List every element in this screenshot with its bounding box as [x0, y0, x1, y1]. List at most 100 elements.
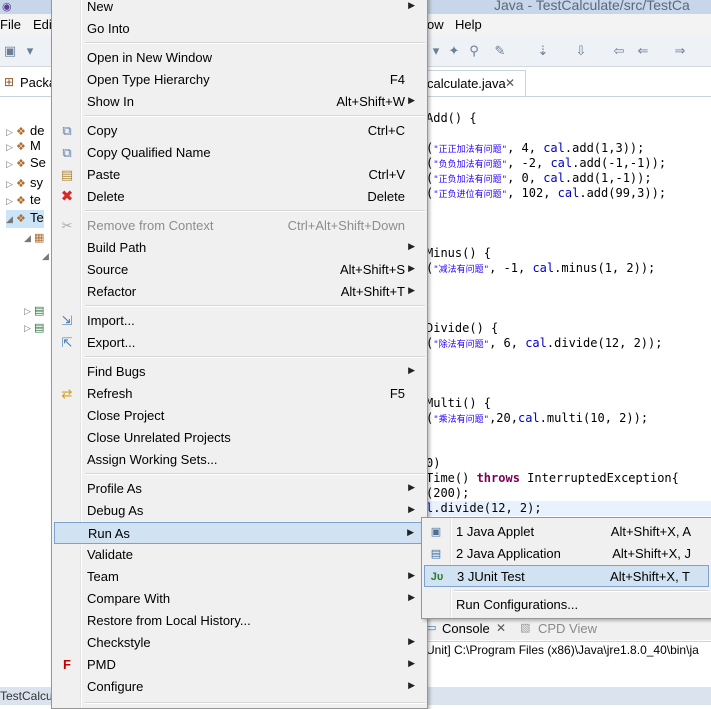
- cpd-view-tab[interactable]: CPD View: [538, 621, 597, 636]
- menu-item-open-type-hierarchy[interactable]: Open Type Hierarchy F4: [54, 69, 425, 91]
- close-icon[interactable]: ✕: [496, 621, 506, 635]
- tree-item[interactable]: ▷ ❖ M: [6, 138, 41, 156]
- java-applet-icon: ▣: [430, 526, 442, 538]
- expand-arrow-icon[interactable]: ▷: [24, 323, 34, 334]
- menu-item-run-as[interactable]: Run As ▶: [54, 522, 425, 544]
- tree-item[interactable]: ▷ ❖ sy: [6, 175, 43, 193]
- menu-separator: [85, 702, 425, 704]
- save-icon[interactable]: ▾: [22, 43, 38, 59]
- tree-child-item[interactable]: ◢ ▦: [24, 229, 48, 247]
- menu-edit[interactable]: Edi: [33, 17, 52, 32]
- menu-item-close-unrelated-projects[interactable]: Close Unrelated Projects: [54, 427, 425, 449]
- console-tab[interactable]: Console: [442, 621, 490, 636]
- submenu-item-junit-test[interactable]: Jᴜ 3 JUnit Test Alt+Shift+X, T: [424, 565, 709, 587]
- copy-icon: ⧉: [62, 123, 72, 138]
- code-line: ("减法有问题", -1, cal.minus(1, 2));: [426, 261, 656, 275]
- tree-item-selected[interactable]: ◢ ❖ Te: [6, 210, 44, 228]
- submenu-arrow-icon: ▶: [407, 527, 414, 537]
- menu-item-copy-qualified-name[interactable]: ⧉ Copy Qualified Name: [54, 142, 425, 164]
- expand-arrow-icon[interactable]: ▷: [6, 179, 16, 190]
- code-line: ("乘法有问题",20,cal.multi(10, 2));: [426, 411, 649, 425]
- submenu-arrow-icon: ▶: [408, 482, 415, 492]
- forward-icon[interactable]: ⇒: [672, 43, 688, 59]
- dropdown-icon[interactable]: ▾: [428, 43, 444, 59]
- menu-item-checkstyle[interactable]: Checkstyle ▶: [54, 632, 425, 654]
- menu-item-assign-working-sets[interactable]: Assign Working Sets...: [54, 449, 425, 471]
- code-line: Time() throws InterruptedException{: [426, 471, 679, 485]
- menu-item-delete[interactable]: ✖ Delete Delete: [54, 186, 425, 208]
- submenu-item-java-applet[interactable]: ▣ 1 Java Applet Alt+Shift+X, A: [424, 521, 709, 543]
- menu-item-paste[interactable]: ▤ Paste Ctrl+V: [54, 164, 425, 186]
- code-editor[interactable]: Add() { ("正正加法有问题", 4, cal.add(1,3)); ("…: [426, 108, 711, 518]
- project-icon: ❖: [16, 158, 26, 170]
- menu-item-export[interactable]: ⇱ Export...: [54, 332, 425, 354]
- menu-window[interactable]: ow: [427, 17, 444, 32]
- menu-item-refactor[interactable]: Refactor Alt+Shift+T ▶: [54, 281, 425, 303]
- menu-separator: [85, 305, 425, 307]
- menu-item-profile-as[interactable]: Profile As ▶: [54, 478, 425, 500]
- project-icon: ❖: [16, 126, 26, 138]
- open-type-icon[interactable]: ✦: [446, 43, 462, 59]
- tree-item[interactable]: ▷ ❖ te: [6, 192, 41, 210]
- source-folder-icon: ▦: [34, 232, 45, 244]
- pen-icon[interactable]: ✎: [492, 43, 508, 59]
- submenu-item-java-application[interactable]: ▤ 2 Java Application Alt+Shift+X, J: [424, 543, 709, 565]
- next-annotation-icon[interactable]: ⇩: [573, 43, 589, 59]
- expand-arrow-icon[interactable]: ▷: [24, 306, 34, 317]
- project-icon: ❖: [16, 213, 26, 225]
- expand-arrow-icon[interactable]: ▷: [6, 127, 16, 138]
- code-line-current: l.divide(12, 2);: [426, 501, 711, 516]
- code-line: ("正负进位有问题", 102, cal.add(99,3));: [426, 186, 667, 200]
- tree-item[interactable]: ▷ ❖ Se: [6, 155, 46, 173]
- menu-item-source[interactable]: Source Alt+Shift+S ▶: [54, 259, 425, 281]
- submenu-arrow-icon: ▶: [408, 263, 415, 273]
- menu-item-remove-from-context[interactable]: ✂ Remove from Context Ctrl+Alt+Shift+Down: [54, 215, 425, 237]
- menu-help[interactable]: Help: [455, 17, 482, 32]
- expand-arrow-icon[interactable]: ▷: [6, 142, 16, 153]
- package-tree: ▷ ❖ de ▷ ❖ M ▷ ❖ Se ▷ ❖ sy ▷ ❖ te ◢ ❖ Te ◢ ▦ ◢ ▷ ▤ ▷ ▤: [0, 97, 51, 687]
- menu-item-build-path[interactable]: Build Path ▶: [54, 237, 425, 259]
- tree-child-item[interactable]: ▷ ▤: [24, 319, 48, 337]
- back-icon[interactable]: ⇐: [635, 43, 651, 59]
- library-icon: ▤: [34, 305, 45, 317]
- menu-item-new[interactable]: New ▶: [54, 0, 425, 18]
- menu-item-refresh[interactable]: ⇄ Refresh F5: [54, 383, 425, 405]
- last-edit-icon[interactable]: ⇦: [611, 43, 627, 59]
- menu-item-debug-as[interactable]: Debug As ▶: [54, 500, 425, 522]
- menu-item-open-new-window[interactable]: Open in New Window: [54, 47, 425, 69]
- menu-file[interactable]: File: [0, 17, 21, 32]
- new-wizard-icon[interactable]: ▣: [2, 43, 18, 59]
- menu-item-team[interactable]: Team ▶: [54, 566, 425, 588]
- menu-item-copy[interactable]: ⧉ Copy Ctrl+C: [54, 120, 425, 142]
- code-line: Divide() {: [426, 321, 499, 335]
- menu-item-find-bugs[interactable]: Find Bugs ▶: [54, 361, 425, 383]
- package-explorer-tab[interactable]: ⊞ Packa: [0, 70, 56, 97]
- java-application-icon: ▤: [430, 548, 442, 560]
- annotation-icon[interactable]: ⇣: [535, 43, 551, 59]
- submenu-arrow-icon: ▶: [408, 241, 415, 251]
- menu-separator: [85, 42, 425, 44]
- junit-icon: Jᴜ: [430, 571, 444, 583]
- menu-item-restore-local-history[interactable]: Restore from Local History...: [54, 610, 425, 632]
- menu-item-import[interactable]: ⇲ Import...: [54, 310, 425, 332]
- editor-tab[interactable]: calculate.java ✕: [426, 70, 526, 97]
- window-title: Java - TestCalculate/src/TestCa: [494, 0, 690, 13]
- menu-item-close-project[interactable]: Close Project: [54, 405, 425, 427]
- menu-item-compare-with[interactable]: Compare With ▶: [54, 588, 425, 610]
- menu-item-validate[interactable]: Validate: [54, 544, 425, 566]
- menu-item-pmd[interactable]: F PMD ▶: [54, 654, 425, 676]
- menu-separator: [454, 590, 708, 592]
- bottom-tab-label[interactable]: TestCalcul: [0, 689, 55, 703]
- menu-item-configure[interactable]: Configure ▶: [54, 676, 425, 698]
- collapse-arrow-icon[interactable]: ◢: [24, 233, 34, 244]
- expand-arrow-icon[interactable]: ▷: [6, 159, 16, 170]
- menu-item-show-in[interactable]: Show In Alt+Shift+W ▶: [54, 91, 425, 113]
- export-icon: ⇱: [61, 335, 73, 350]
- close-icon[interactable]: ✕: [505, 76, 515, 90]
- submenu-item-run-configurations[interactable]: Run Configurations...: [424, 594, 709, 616]
- search-icon[interactable]: ⚲: [466, 43, 482, 59]
- collapse-arrow-icon[interactable]: ◢: [6, 214, 16, 225]
- expand-arrow-icon[interactable]: ▷: [6, 196, 16, 207]
- menu-item-go-into[interactable]: Go Into: [54, 18, 425, 40]
- tree-child-item[interactable]: ▷ ▤: [24, 302, 48, 320]
